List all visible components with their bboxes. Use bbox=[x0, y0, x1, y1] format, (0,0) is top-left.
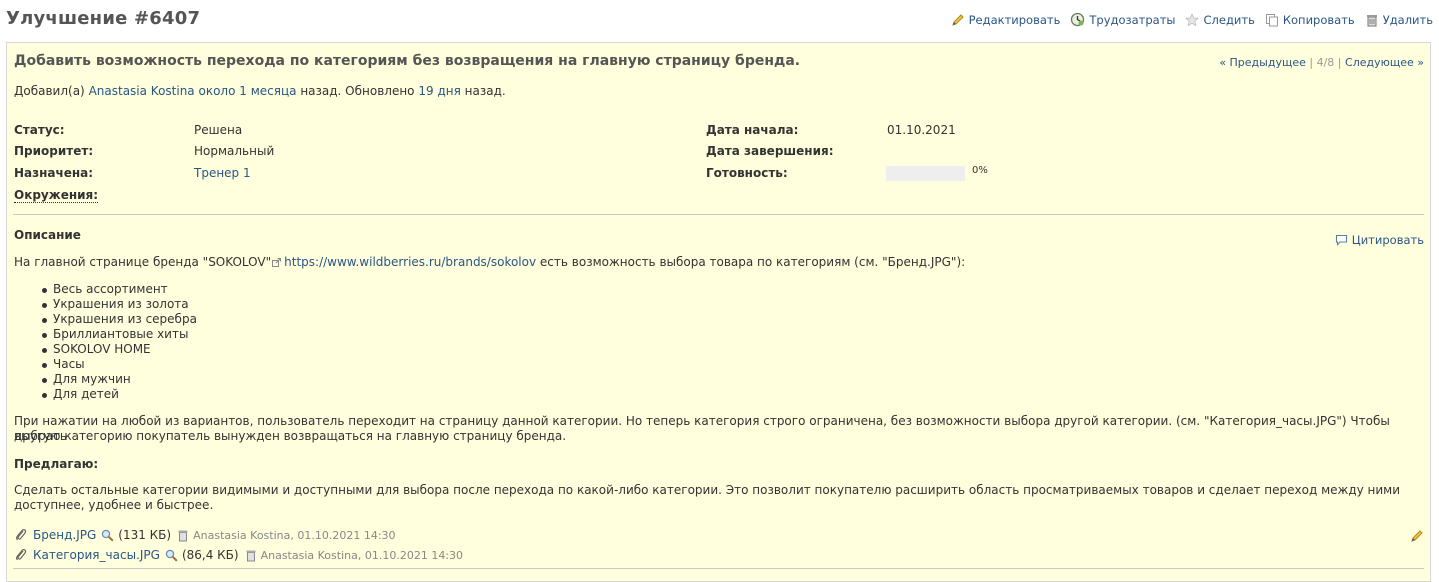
magnifier-icon[interactable] bbox=[165, 549, 178, 562]
trash-icon bbox=[1366, 14, 1377, 26]
list-item: Для детей bbox=[42, 387, 197, 402]
list-item: SOKOLOV HOME bbox=[42, 342, 197, 357]
delete-label: Удалить bbox=[1382, 12, 1433, 27]
status-label: Статус: bbox=[14, 123, 65, 137]
done-ratio-label: Готовность: bbox=[706, 166, 788, 180]
description-heading: Описание bbox=[14, 228, 81, 242]
attachment-size: (86,4 КБ) bbox=[181, 548, 239, 562]
list-item: Для мужчин bbox=[42, 372, 197, 387]
proposal-paragraph-line: доступнее, удобнее и быстрее. bbox=[14, 498, 214, 512]
list-item: Украшения из золота bbox=[42, 297, 197, 312]
priority-value: Нормальный bbox=[194, 144, 275, 158]
category-list: Весь ассортимент Украшения из золота Укр… bbox=[42, 282, 197, 402]
delete-link[interactable]: Удалить bbox=[1365, 12, 1433, 27]
pagination-separator: | bbox=[1337, 56, 1342, 69]
list-item: Украшения из серебра bbox=[42, 312, 197, 326]
edit-attachments-button[interactable] bbox=[1410, 529, 1424, 546]
attachment-link[interactable]: Бренд.JPG bbox=[33, 528, 96, 542]
due-date-label: Дата завершения: bbox=[706, 144, 834, 158]
attachments-list: Бренд.JPG (131 КБ) Anastasia Kostina, 01… bbox=[15, 525, 463, 565]
log-time-link[interactable]: Трудозатраты bbox=[1070, 12, 1175, 27]
attachment-link[interactable]: Категория_часы.JPG bbox=[33, 548, 160, 562]
author-middle-text: назад. Обновлено bbox=[300, 84, 415, 98]
copy-icon bbox=[1265, 13, 1278, 26]
speech-bubble-icon bbox=[1335, 234, 1347, 246]
external-link-icon bbox=[272, 258, 282, 267]
copy-label: Копировать bbox=[1282, 12, 1355, 27]
progress-bar bbox=[886, 166, 965, 181]
attachment-meta: Anastasia Kostina, 01.10.2021 14:30 bbox=[260, 548, 464, 562]
clock-icon bbox=[1071, 12, 1085, 27]
watch-link[interactable]: Следить bbox=[1185, 12, 1255, 27]
quote-label: Цитировать bbox=[1351, 233, 1424, 247]
edit-label: Редактировать bbox=[968, 12, 1061, 27]
issue-counter: 4/8 bbox=[1316, 56, 1335, 69]
pencil-icon bbox=[951, 13, 964, 26]
next-issue-link[interactable]: Следующее » bbox=[1345, 56, 1424, 69]
attributes-divider bbox=[13, 214, 1424, 215]
attachment-row: Категория_часы.JPG (86,4 КБ) Anastasia K… bbox=[15, 545, 463, 565]
trash-icon[interactable] bbox=[245, 549, 257, 562]
previous-issue-link[interactable]: « Предыдущее bbox=[1219, 56, 1306, 69]
attachment-row: Бренд.JPG (131 КБ) Anastasia Kostina, 01… bbox=[15, 525, 463, 545]
intro-text-before: На главной странице бренда "SOKOLOV" bbox=[14, 255, 272, 269]
progress-percent: 0% bbox=[972, 165, 988, 176]
description-intro: На главной странице бренда "SOKOLOV" http… bbox=[14, 255, 1422, 270]
assigned-label: Назначена: bbox=[14, 166, 94, 180]
updated-time-link[interactable]: 19 дня bbox=[418, 84, 460, 98]
list-item: Весь ассортимент bbox=[42, 282, 197, 297]
author-link[interactable]: Anastasia Kostina bbox=[89, 84, 195, 98]
pagination-separator: | bbox=[1309, 56, 1314, 69]
intro-text-after: есть возможность выбора товара по катего… bbox=[539, 255, 966, 269]
list-item: Часы bbox=[42, 357, 197, 372]
list-item: Бриллиантовые хиты bbox=[42, 327, 197, 342]
watch-label: Следить bbox=[1203, 12, 1255, 27]
issue-author-line: Добавил(а) Anastasia Kostina около 1 мес… bbox=[14, 84, 506, 98]
quote-button[interactable]: Цитировать bbox=[1335, 233, 1424, 247]
page-title: Улучшение #6407 bbox=[6, 8, 201, 29]
star-icon bbox=[1185, 12, 1200, 26]
issue-details: Добавить возможность перехода по категор… bbox=[6, 42, 1431, 582]
attachment-meta: Anastasia Kostina, 01.10.2021 14:30 bbox=[193, 528, 396, 542]
assignee-link[interactable]: Тренер 1 bbox=[194, 166, 251, 180]
edit-link[interactable]: Редактировать bbox=[951, 12, 1061, 27]
author-prefix: Добавил(а) bbox=[14, 84, 85, 98]
paperclip-icon bbox=[16, 529, 27, 541]
attachments-divider bbox=[13, 568, 1424, 569]
status-value: Решена bbox=[194, 123, 243, 137]
priority-label: Приоритет: bbox=[14, 144, 94, 158]
author-suffix: назад. bbox=[464, 84, 506, 98]
paperclip-icon bbox=[16, 549, 27, 561]
environment-label: Окружения: bbox=[14, 188, 99, 203]
description-paragraph-line: другую категорию покупатель вынужден воз… bbox=[14, 429, 567, 443]
attachment-size: (131 КБ) bbox=[118, 528, 172, 542]
pencil-icon bbox=[1411, 530, 1423, 542]
start-date-label: Дата начала: bbox=[706, 123, 799, 137]
issue-pagination: « Предыдущее | 4/8 | Следующее » bbox=[1219, 56, 1424, 69]
proposal-heading: Предлагаю: bbox=[14, 457, 99, 471]
magnifier-icon[interactable] bbox=[101, 529, 114, 542]
log-time-label: Трудозатраты bbox=[1089, 12, 1176, 27]
start-date-value: 01.10.2021 bbox=[887, 123, 956, 137]
issue-subject: Добавить возможность перехода по категор… bbox=[14, 53, 801, 69]
brand-url-link[interactable]: https://www.wildberries.ru/brands/sokolo… bbox=[284, 255, 536, 269]
trash-icon[interactable] bbox=[177, 529, 189, 542]
issue-actions: Редактировать Трудозатраты Следить Копир… bbox=[951, 12, 1433, 27]
proposal-paragraph-line: Сделать остальные категории видимыми и д… bbox=[14, 483, 1401, 497]
created-time-link[interactable]: около 1 месяца bbox=[199, 84, 297, 98]
copy-link[interactable]: Копировать bbox=[1265, 12, 1355, 27]
